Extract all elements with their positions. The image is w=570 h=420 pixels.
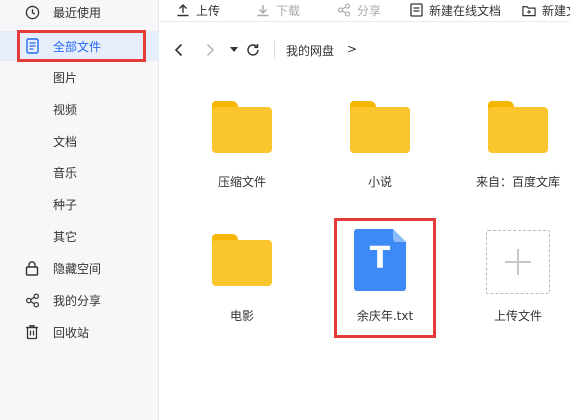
sidebar-item-label: 音乐 — [53, 165, 78, 180]
sidebar-item-label: 回收站 — [53, 325, 90, 340]
folder-icon — [212, 101, 272, 153]
breadcrumb-my-netdisk[interactable]: 我的网盘 — [286, 42, 334, 59]
sidebar-item-torrents[interactable]: 种子 — [0, 189, 159, 219]
breadcrumb-separator: > — [347, 42, 358, 56]
history-dropdown[interactable] — [225, 41, 243, 59]
new-folder-icon — [522, 3, 536, 17]
new-folder-button[interactable]: 新建文 — [522, 0, 570, 20]
file-tile-novels[interactable]: 小说 — [315, 96, 445, 206]
sidebar-item-label: 视频 — [53, 102, 78, 117]
file-tile-baidu-wenku[interactable]: 来自：百度文库 — [453, 96, 570, 206]
share-icon — [24, 292, 40, 308]
folder-icon — [488, 101, 548, 153]
sidebar-item-my-shares[interactable]: 我的分享 — [0, 285, 159, 315]
caret-down-icon — [230, 47, 238, 52]
trash-icon — [24, 324, 40, 340]
sidebar-item-images[interactable]: 图片 — [0, 62, 159, 92]
lock-icon — [24, 260, 40, 276]
sidebar-item-label: 我的分享 — [53, 293, 102, 308]
highlight-box — [17, 30, 146, 62]
clock-icon — [24, 4, 40, 20]
address-bar: 我的网盘 > — [160, 35, 570, 65]
file-tile-movies[interactable]: 电影 — [177, 228, 307, 338]
toolbar: 上传 下载 分享 新建在线文档 新建文 — [160, 0, 570, 22]
sidebar-item-label: 最近使用 — [53, 5, 102, 20]
file-name: 压缩文件 — [217, 175, 266, 189]
back-button[interactable] — [170, 41, 188, 59]
sidebar-item-hidden-space[interactable]: 隐藏空间 — [0, 253, 159, 283]
sidebar-item-label: 隐藏空间 — [53, 261, 102, 276]
sidebar-item-label: 图片 — [53, 70, 78, 85]
upload-button[interactable]: 上传 — [176, 0, 220, 20]
sidebar-item-videos[interactable]: 视频 — [0, 94, 159, 124]
sidebar-item-label: 种子 — [53, 197, 78, 212]
highlight-box — [334, 218, 436, 338]
new-online-doc-button[interactable]: 新建在线文档 — [409, 0, 501, 20]
folder-icon — [350, 101, 410, 153]
sidebar-item-documents[interactable]: 文档 — [0, 126, 159, 156]
file-name: 小说 — [367, 175, 392, 189]
sidebar-item-recent[interactable]: 最近使用 — [0, 0, 159, 27]
refresh-icon — [247, 44, 259, 56]
plus-icon — [505, 249, 531, 275]
sidebar-item-recycle-bin[interactable]: 回收站 — [0, 317, 159, 347]
sidebar-item-others[interactable]: 其它 — [0, 221, 159, 251]
sidebar-item-label: 其它 — [53, 229, 78, 244]
divider — [274, 41, 275, 59]
chevron-right-icon — [206, 43, 215, 57]
chevron-left-icon — [174, 43, 183, 57]
forward-button[interactable] — [201, 41, 219, 59]
sidebar-item-music[interactable]: 音乐 — [0, 157, 159, 187]
share-button[interactable]: 分享 — [337, 0, 381, 20]
file-name: 上传文件 — [493, 309, 542, 323]
file-tile-compressed[interactable]: 压缩文件 — [177, 96, 307, 206]
sidebar-item-label: 文档 — [53, 134, 78, 149]
file-name: 电影 — [229, 309, 254, 323]
upload-icon — [176, 3, 190, 17]
folder-icon — [212, 234, 272, 286]
share-icon — [337, 3, 351, 17]
file-name: 来自：百度文库 — [475, 175, 560, 189]
download-icon — [256, 3, 270, 17]
upload-file-tile[interactable] — [486, 230, 550, 294]
sidebar: 最近使用 全部文件 图片 视频 文档 音乐 种子 其它 隐藏空间 我的分享 回收… — [0, 0, 159, 420]
new-doc-icon — [409, 3, 423, 17]
refresh-button[interactable] — [244, 41, 262, 59]
download-button[interactable]: 下载 — [256, 0, 300, 20]
